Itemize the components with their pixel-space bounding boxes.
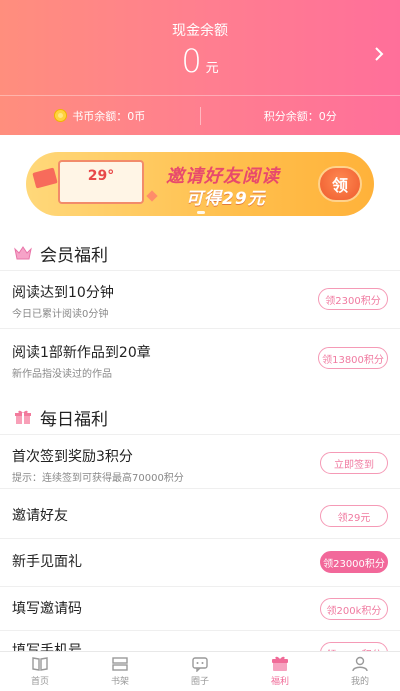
task-subtitle: 今日已累计阅读0分钟	[12, 309, 109, 320]
task-title: 阅读1部新作品到20章	[12, 345, 151, 361]
coin-balance-label: 书币余额：0币	[72, 109, 146, 123]
sign-in-button[interactable]: 立即签到	[320, 452, 388, 474]
tab-label: 圈子	[190, 677, 209, 687]
book-icon	[32, 657, 48, 671]
task-row: 新手见面礼 领23000积分	[0, 538, 400, 586]
tab-label: 书架	[110, 677, 129, 687]
task-row: 邀请好友 领29元	[0, 488, 400, 538]
gift-icon	[272, 656, 288, 671]
welfare-page: 现金余额 0元 书币余额：0币 积分余额：0分 29° 邀请好友阅读 可得29元…	[0, 0, 400, 691]
claim-button[interactable]: 领13800积分	[318, 347, 388, 369]
tab-mine[interactable]: 我的	[320, 652, 400, 691]
tab-shelf[interactable]: 书架	[80, 652, 160, 691]
bottom-tab-bar: 首页 书架 圈子 福利 我的	[0, 651, 400, 691]
task-title: 填写邀请码	[12, 601, 82, 617]
daily-section-title: 每日福利	[0, 400, 400, 434]
spark-icon	[146, 190, 158, 202]
task-row: 阅读1部新作品到20章 新作品指没读过的作品 领13800积分	[0, 328, 400, 386]
cash-balance-title: 现金余额	[172, 23, 228, 39]
banner-card: 29°	[58, 160, 144, 204]
claim-button[interactable]: 领200k积分	[320, 598, 388, 620]
balance-header: 现金余额 0元 书币余额：0币 积分余额：0分	[0, 0, 400, 135]
points-balance-label: 积分余额：0分	[263, 109, 337, 123]
cash-balance: 0元	[0, 42, 400, 80]
claim-button[interactable]: 领29元	[320, 505, 388, 527]
task-title: 阅读达到10分钟	[12, 285, 114, 301]
daily-title-text: 每日福利	[40, 409, 108, 430]
points-balance[interactable]: 积分余额：0分	[201, 96, 400, 135]
member-section-title: 会员福利	[0, 236, 400, 270]
banner-claim-button[interactable]: 领	[318, 166, 362, 202]
task-row: 首次签到奖励3积分 提示：连续签到可获得最高70000积分 立即签到	[0, 434, 400, 488]
invite-banner[interactable]: 29° 邀请好友阅读 可得29元 领	[26, 152, 374, 216]
cash-unit: 元	[205, 61, 219, 76]
claim-button[interactable]: 领23000积分	[320, 551, 388, 573]
shelf-icon	[112, 657, 128, 671]
cash-amount: 0	[181, 42, 202, 80]
tab-welfare[interactable]: 福利	[240, 652, 320, 691]
tab-home[interactable]: 首页	[0, 652, 80, 691]
claim-button[interactable]: 领2300积分	[318, 288, 388, 310]
red-envelope-icon	[32, 167, 58, 189]
chevron-right-icon[interactable]	[372, 46, 386, 62]
banner-card-number: 29°	[87, 168, 115, 184]
task-title: 新手见面礼	[12, 554, 82, 570]
balance-subrow: 书币余额：0币 积分余额：0分	[0, 96, 400, 135]
coin-balance[interactable]: 书币余额：0币	[0, 96, 200, 135]
banner-indicator	[197, 211, 205, 214]
task-row: 填写邀请码 领200k积分	[0, 586, 400, 630]
crown-icon	[14, 246, 32, 260]
tab-circle[interactable]: 圈子	[160, 652, 240, 691]
user-icon	[352, 656, 368, 672]
task-row: 阅读达到10分钟 今日已累计阅读0分钟 领2300积分	[0, 270, 400, 328]
task-subtitle: 新作品指没读过的作品	[12, 369, 112, 380]
tab-label: 我的	[350, 677, 369, 687]
gift-icon	[15, 410, 31, 424]
task-subtitle: 提示：连续签到可获得最高70000积分	[12, 473, 184, 484]
tab-label: 福利	[270, 677, 289, 687]
chat-icon	[192, 657, 208, 672]
banner-line2: 可得29元	[186, 189, 266, 209]
task-title: 邀请好友	[12, 508, 68, 524]
tab-label: 首页	[30, 677, 49, 687]
coin-icon	[54, 109, 68, 122]
task-title: 首次签到奖励3积分	[12, 449, 133, 465]
member-title-text: 会员福利	[40, 245, 108, 266]
